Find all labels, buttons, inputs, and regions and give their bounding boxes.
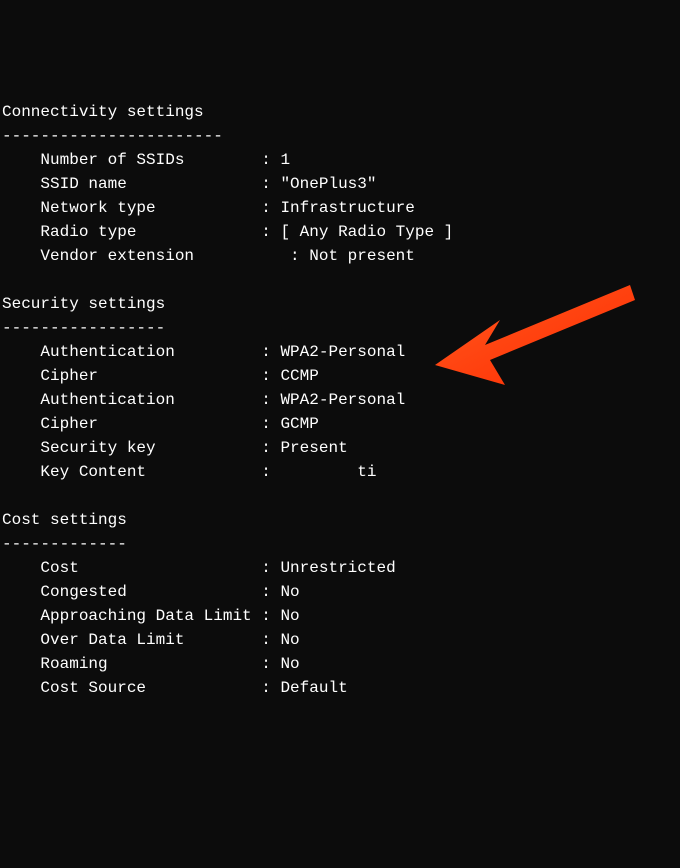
source-label: Cost Source :	[2, 679, 280, 697]
seckey-label: Security key :	[2, 439, 280, 457]
radio-type-value: [ Any Radio Type ]	[280, 223, 453, 241]
connectivity-divider: -----------------------	[2, 127, 223, 145]
cipher1-label: Cipher :	[2, 367, 280, 385]
ssid-name-value: "OnePlus3"	[280, 175, 376, 193]
vendor-ext-label: Vendor extension :	[2, 247, 309, 265]
cipher1-value: CCMP	[280, 367, 318, 385]
cipher2-value: GCMP	[280, 415, 318, 433]
radio-type-label: Radio type :	[2, 223, 280, 241]
num-ssids-value: 1	[280, 151, 290, 169]
keycontent-label: Key Content :	[2, 463, 280, 481]
auth1-value: WPA2-Personal	[280, 343, 405, 361]
roaming-value: No	[280, 655, 299, 673]
cost-divider: -------------	[2, 535, 127, 553]
roaming-label: Roaming :	[2, 655, 280, 673]
vendor-ext-value: Not present	[309, 247, 415, 265]
network-type-value: Infrastructure	[280, 199, 414, 217]
connectivity-header: Connectivity settings	[2, 103, 204, 121]
source-value: Default	[280, 679, 347, 697]
auth1-label: Authentication :	[2, 343, 280, 361]
security-divider: -----------------	[2, 319, 165, 337]
seckey-value: Present	[280, 439, 347, 457]
auth2-value: WPA2-Personal	[280, 391, 405, 409]
network-type-label: Network type :	[2, 199, 280, 217]
auth2-label: Authentication :	[2, 391, 280, 409]
congested-label: Congested :	[2, 583, 280, 601]
cost-label: Cost :	[2, 559, 280, 577]
cost-value: Unrestricted	[280, 559, 395, 577]
cost-header: Cost settings	[2, 511, 127, 529]
security-header: Security settings	[2, 295, 165, 313]
over-label: Over Data Limit :	[2, 631, 280, 649]
cipher2-label: Cipher :	[2, 415, 280, 433]
ssid-name-label: SSID name :	[2, 175, 280, 193]
terminal-output: Connectivity settings ------------------…	[2, 100, 678, 700]
keycontent-value: ti	[280, 463, 376, 481]
approach-label: Approaching Data Limit :	[2, 607, 280, 625]
num-ssids-label: Number of SSIDs :	[2, 151, 280, 169]
over-value: No	[280, 631, 299, 649]
congested-value: No	[280, 583, 299, 601]
approach-value: No	[280, 607, 299, 625]
